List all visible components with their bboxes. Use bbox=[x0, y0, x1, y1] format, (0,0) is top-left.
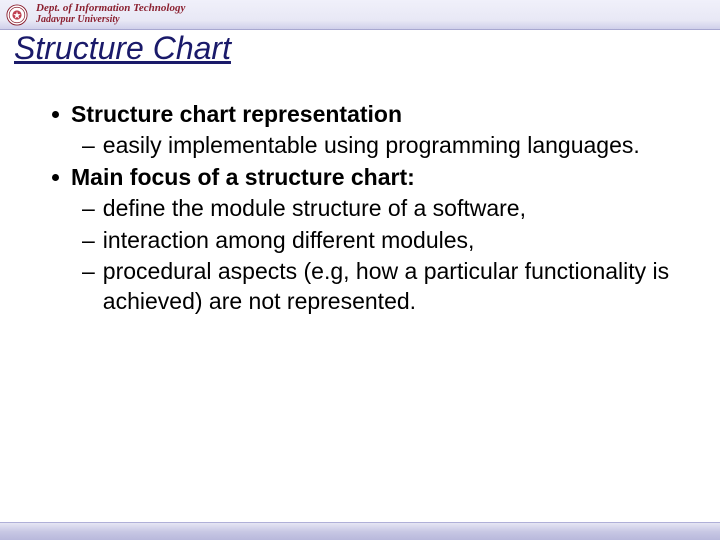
bullet-item: Main focus of a structure chart: bbox=[52, 163, 680, 192]
university-seal-icon bbox=[6, 4, 28, 26]
bullet-dot-icon bbox=[52, 111, 59, 118]
dept-line-2: Jadavpur University bbox=[36, 15, 185, 26]
dash-icon: – bbox=[82, 226, 95, 255]
slide-title: Structure Chart bbox=[14, 30, 231, 67]
sub-item: – easily implementable using programming… bbox=[52, 131, 680, 160]
bullet-label: Main focus of a structure chart: bbox=[71, 163, 415, 192]
sub-item: – procedural aspects (e.g, how a particu… bbox=[52, 257, 680, 316]
dash-icon: – bbox=[82, 194, 95, 223]
dash-icon: – bbox=[82, 257, 95, 286]
sub-text: define the module structure of a softwar… bbox=[103, 194, 526, 223]
sub-item: – define the module structure of a softw… bbox=[52, 194, 680, 223]
sub-text: interaction among different modules, bbox=[103, 226, 475, 255]
dash-icon: – bbox=[82, 131, 95, 160]
sub-item: – interaction among different modules, bbox=[52, 226, 680, 255]
bullet-dot-icon bbox=[52, 174, 59, 181]
footer-band bbox=[0, 522, 720, 540]
slide-content: Structure chart representation – easily … bbox=[52, 100, 680, 318]
sub-text: procedural aspects (e.g, how a particula… bbox=[103, 257, 680, 316]
bullet-item: Structure chart representation bbox=[52, 100, 680, 129]
dept-text-block: Dept. of Information Technology Jadavpur… bbox=[36, 3, 185, 25]
bullet-label: Structure chart representation bbox=[71, 100, 402, 129]
sub-text: easily implementable using programming l… bbox=[103, 131, 640, 160]
header-band: Dept. of Information Technology Jadavpur… bbox=[0, 0, 720, 30]
